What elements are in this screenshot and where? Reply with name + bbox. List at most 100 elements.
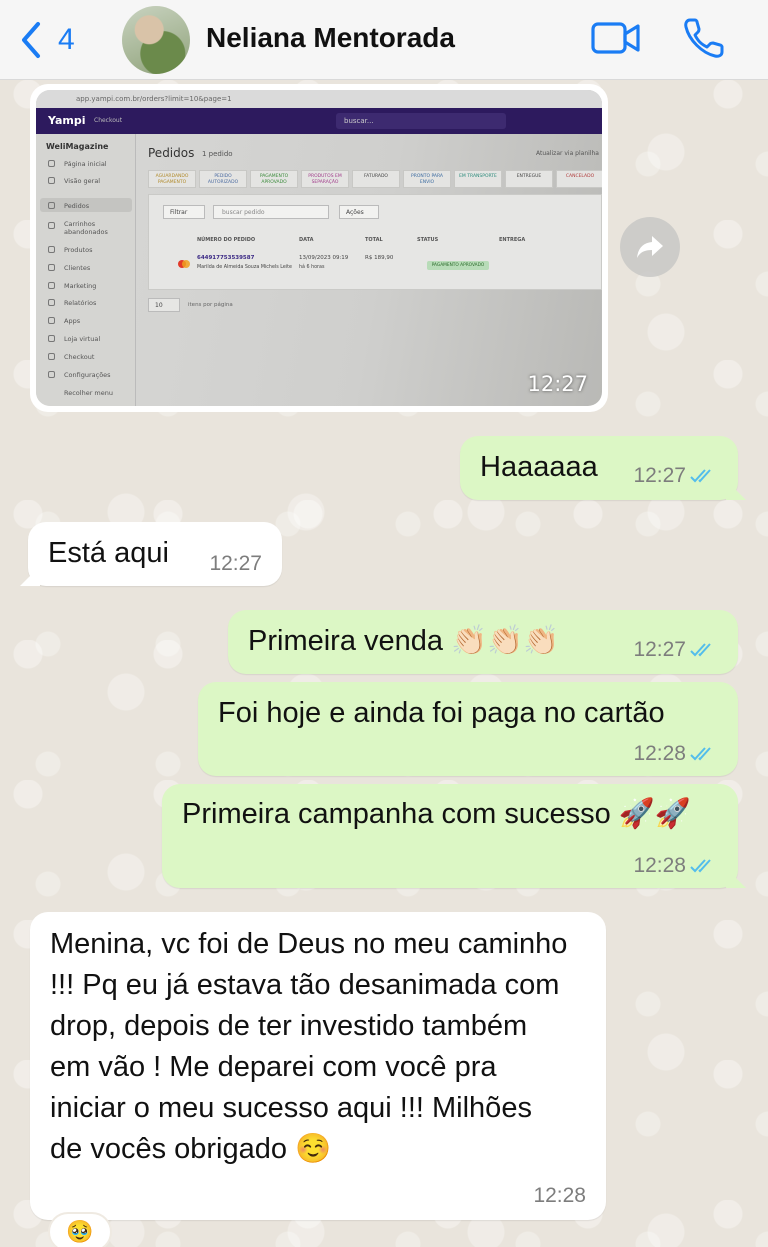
status-tab: PAGAMENTO APROVADO (250, 170, 298, 188)
message-time: 12:27 (527, 372, 588, 396)
mastercard-icon (178, 260, 190, 268)
message-time: 12:27 (209, 552, 262, 575)
sidebar-item: Clientes (64, 264, 91, 272)
search-order-input: buscar pedido (213, 205, 329, 219)
update-spreadsheet-link: Atualizar via planilha (536, 150, 599, 157)
store-name: WeliMagazine (46, 142, 109, 151)
sidebar-item: Carrinhos abandonados (64, 220, 108, 236)
message-time: 12:28 (633, 854, 686, 877)
voice-call-button[interactable] (682, 16, 726, 60)
message-meta: 12:28 (633, 742, 718, 766)
order-date: 13/09/2023 09:19 (299, 255, 349, 261)
read-ticks-icon (690, 643, 711, 657)
message-time: 12:27 (633, 464, 686, 487)
per-page-select: 10 (148, 298, 180, 312)
sidebar-item: Loja virtual (64, 335, 101, 343)
message-meta: 12:28 (633, 854, 718, 878)
message-bubble[interactable]: Primeira venda 👏🏻👏🏻👏🏻 12:27 (228, 610, 738, 674)
orders-title: Pedidos (148, 146, 195, 160)
message-bubble[interactable]: Primeira campanha com sucesso 🚀🚀 12:28 (162, 784, 746, 888)
user-icon (48, 264, 55, 271)
yampi-logo: Yampi (48, 114, 86, 127)
message-bubble[interactable]: Menina, vc foi de Deus no meu caminho !!… (30, 912, 606, 1220)
message-time: 12:27 (633, 638, 686, 661)
forward-arrow-icon (637, 236, 663, 258)
yampi-search: buscar... (336, 113, 506, 129)
forward-button[interactable] (620, 217, 680, 277)
column-header: ENTREGA (499, 237, 526, 243)
sidebar-item: Pedidos (64, 202, 90, 210)
message-bubble[interactable]: Haaaaaa 12:27 (460, 436, 746, 500)
apps-icon (48, 317, 55, 324)
store-icon (48, 335, 55, 342)
home-icon (48, 160, 55, 167)
product-icon (48, 246, 55, 253)
read-ticks-icon (690, 747, 711, 761)
status-tab: ENTREGUE (505, 170, 553, 188)
sidebar-item: Checkout (64, 353, 95, 361)
chat-header: 4 Neliana Mentorada (0, 0, 768, 80)
unread-count: 4 (58, 23, 75, 56)
message-text: Está aqui (48, 537, 169, 569)
megaphone-icon (48, 282, 55, 289)
sidebar-item: Visão geral (64, 177, 101, 185)
status-tab: CANCELADO (556, 170, 602, 188)
yampi-subtitle: Checkout (94, 117, 123, 124)
message-text: Menina, vc foi de Deus no meu caminho !!… (50, 928, 568, 1165)
status-tab: EM TRANSPORTE (454, 170, 502, 188)
sidebar-item: Página inicial (64, 160, 107, 168)
order-screenshot[interactable]: app.yampi.com.br/orders?limit=10&page=1 … (36, 90, 602, 406)
reaction-emoji: 🥹 (66, 1219, 94, 1245)
back-button[interactable]: 4 (18, 18, 88, 62)
read-ticks-icon (690, 859, 711, 873)
phone-icon (684, 18, 724, 58)
contact-name[interactable]: Neliana Mentorada (206, 22, 455, 54)
per-page-label: itens por página (188, 302, 233, 308)
sidebar-item: Recolher menu (64, 389, 114, 397)
actions-button: Ações (339, 205, 379, 219)
message-time: 12:28 (633, 742, 686, 765)
message-bubble[interactable]: Foi hoje e ainda foi paga no cartão 12:2… (198, 682, 738, 776)
sidebar-item: Marketing (64, 282, 97, 290)
checkout-icon (48, 353, 55, 360)
status-tab: PRODUTOS EM SEPARAÇÃO (301, 170, 349, 188)
filter-button: Filtrar (163, 205, 205, 219)
message-text: Primeira venda 👏🏻👏🏻👏🏻 (248, 625, 560, 657)
order-customer: Marilda de Almeida Souza Michels Leite (197, 265, 292, 270)
order-number: 644917753539587 (197, 255, 255, 261)
video-call-button[interactable] (590, 18, 642, 58)
video-camera-icon (591, 22, 640, 54)
avatar[interactable] (122, 6, 190, 74)
message-text: Haaaaaa (480, 451, 598, 483)
settings-icon (48, 371, 55, 378)
message-bubble[interactable]: Está aqui 12:27 (20, 522, 282, 586)
sidebar-item: Relatórios (64, 299, 97, 307)
message-reaction[interactable]: 🥹 (48, 1212, 112, 1247)
image-message[interactable]: app.yampi.com.br/orders?limit=10&page=1 … (30, 84, 608, 412)
order-total: R$ 189,90 (365, 255, 394, 261)
column-header: DATA (299, 237, 314, 243)
status-tab: FATURADO (352, 170, 400, 188)
status-tab: AGUARDANDO PAGAMENTO (148, 170, 196, 188)
sidebar-item: Produtos (64, 246, 93, 254)
column-header: NÚMERO DO PEDIDO (197, 237, 256, 243)
message-meta: 12:27 (633, 464, 718, 488)
status-badge: PAGAMENTO APROVADO (427, 261, 489, 270)
sidebar-item: Configurações (64, 371, 111, 379)
chevron-left-icon (22, 22, 40, 58)
sidebar-item: Apps (64, 317, 81, 325)
status-tab: PRONTO PARA ENVIO (403, 170, 451, 188)
column-header: TOTAL (365, 237, 383, 243)
cart-icon (48, 222, 55, 229)
yampi-topbar: Yampi Checkout buscar... (36, 108, 602, 134)
yampi-sidebar: WeliMagazine Página inicial Visão geral … (36, 134, 136, 406)
orders-count: 1 pedido (202, 150, 233, 158)
orders-icon (48, 202, 55, 209)
orders-panel: Filtrar buscar pedido Ações NÚMERO DO PE… (148, 194, 602, 290)
report-icon (48, 299, 55, 306)
order-ago: há 6 horas (299, 265, 325, 270)
chart-icon (48, 177, 55, 184)
message-text: Primeira campanha com sucesso 🚀🚀 (182, 798, 692, 830)
message-text: Foi hoje e ainda foi paga no cartão (218, 697, 665, 729)
column-header: STATUS (417, 237, 439, 243)
